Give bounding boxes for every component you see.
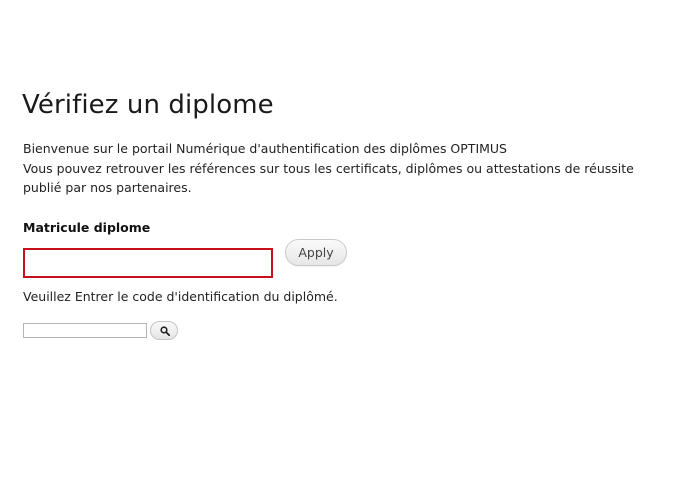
page: Vérifiez un diplome Bienvenue sur le por… bbox=[0, 0, 695, 494]
matricule-input[interactable] bbox=[23, 248, 273, 278]
intro-line: Vous pouvez retrouver les références sur… bbox=[23, 160, 634, 176]
search-button[interactable] bbox=[150, 321, 178, 340]
search-input[interactable] bbox=[23, 323, 147, 338]
page-title: Vérifiez un diplome bbox=[22, 90, 274, 120]
apply-button[interactable]: Apply bbox=[285, 239, 347, 266]
intro-text: Bienvenue sur le portail Numérique d'aut… bbox=[23, 139, 634, 198]
help-text: Veuillez Entrer le code d'identification… bbox=[23, 289, 338, 304]
intro-line: Bienvenue sur le portail Numérique d'aut… bbox=[23, 141, 507, 156]
search-icon bbox=[160, 326, 170, 336]
matricule-label: Matricule diplome bbox=[23, 220, 151, 235]
intro-line: publié par nos partenaires. bbox=[23, 180, 192, 195]
